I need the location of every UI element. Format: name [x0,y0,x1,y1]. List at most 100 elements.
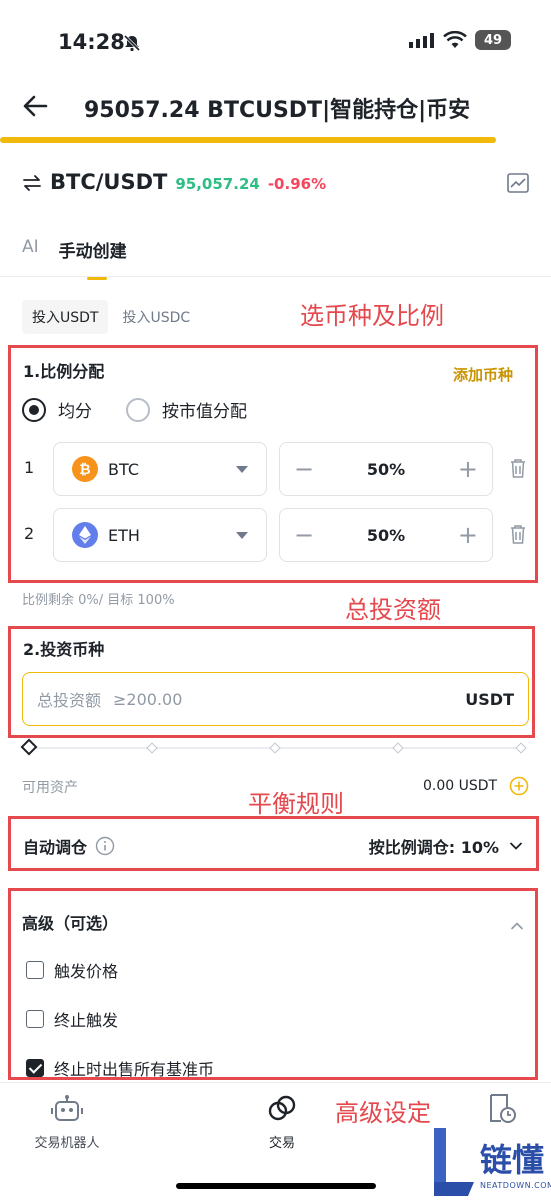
invest-usdt-tab[interactable]: 投入USDT [22,300,109,334]
history-icon[interactable] [487,1093,517,1129]
coin-name: ETH [108,525,140,545]
home-indicator [176,1183,376,1189]
invest-currency-tabs: 投入USDT 投入USDC [22,300,200,334]
annotation-select-coins: 选币种及比例 [300,302,444,330]
input-label: 总投资额 [37,691,102,710]
option-label: 触发价格 [54,962,119,981]
chevron-down-icon [236,531,248,539]
create-mode-tabs: AI 手动创建 [22,237,127,280]
row-index: 1 [24,458,35,477]
slider-stop[interactable] [269,742,281,754]
back-button[interactable] [22,94,48,122]
annotation-advanced-settings: 高级设定 [335,1099,431,1127]
percent-stepper-eth: − 50% + [279,508,493,562]
radio-equal-label: 均分 [58,402,92,422]
checkbox[interactable] [26,961,44,979]
watermark-logo: 链懂 NEATDOWN.COM [428,1128,551,1196]
slider-handle[interactable] [20,738,38,756]
percent-value[interactable]: 50% [367,460,405,479]
nav-trading-bots[interactable]: 交易机器人 [22,1094,112,1151]
nav-trade[interactable]: 交易 [252,1094,312,1151]
add-funds-icon[interactable] [509,776,529,800]
annotation-total-investment: 总投资额 [345,596,441,624]
chevron-down-icon [236,465,248,473]
input-placeholder: ≥200.00 [113,689,183,709]
trash-icon[interactable] [509,458,527,482]
plus-icon[interactable]: + [458,455,478,483]
coin-name: BTC [108,459,139,479]
btc-icon: ₿ [72,456,98,482]
allocation-remaining: 比例剩余 0%/ 目标 100% [22,593,175,608]
coin-select-btc[interactable]: ₿ BTC [53,442,267,496]
status-time: 14:28 [58,30,125,54]
silent-bell-icon [123,34,141,56]
chevron-down-icon [509,842,523,850]
watermark-subtext: NEATDOWN.COM [480,1180,551,1190]
option-stop-trigger[interactable]: 终止触发 [26,1007,118,1031]
pair-name: BTC/USDT [50,170,168,194]
swap-icon[interactable] [22,174,42,196]
pair-price: 95,057.24 [175,175,260,193]
add-coin-button[interactable]: 添加币种 [453,364,513,385]
nav-label: 交易机器人 [34,1136,100,1151]
signal-icon [409,33,434,48]
allocation-title: 1.比例分配 [23,362,105,381]
bottom-nav-divider [0,1082,551,1083]
radio-market-cap-label: 按市值分配 [162,402,247,422]
coin-select-eth[interactable]: ETH [53,508,267,562]
allocation-options: 均分 按市值分配 [22,397,247,422]
available-value: 0.00 USDT [423,778,498,794]
eth-icon [72,522,98,548]
slider-stop[interactable] [515,742,527,754]
minus-icon[interactable]: − [294,455,314,483]
radio-market-cap[interactable] [126,397,150,422]
annotation-balance-rules: 平衡规则 [248,790,344,818]
radio-equal[interactable] [22,397,46,422]
robot-icon [51,1095,83,1121]
auto-rebalance-label: 自动调仓 [23,834,115,858]
total-investment-input[interactable]: 总投资额 ≥200.00 USDT [22,672,529,726]
loading-progress-bar [0,137,496,143]
tab-manual[interactable]: 手动创建 [58,237,127,280]
trade-icon [268,1095,296,1121]
slider-stop[interactable] [146,742,158,754]
rebalance-value: 按比例调仓: 10% [368,838,499,857]
available-label: 可用资产 [22,780,78,796]
option-sell-base-on-stop[interactable]: 终止时出售所有基准币 [26,1056,214,1080]
tab-manual-label: 手动创建 [58,242,127,262]
pair-change: -0.96% [267,175,327,193]
option-label: 终止触发 [54,1011,119,1030]
battery-indicator: 49 [475,30,511,50]
investment-title: 2.投资币种 [23,640,105,659]
watermark-l-icon [434,1128,474,1196]
tab-ai[interactable]: AI [22,237,39,262]
option-trigger-price[interactable]: 触发价格 [26,958,118,982]
chart-icon[interactable] [507,172,529,198]
percent-value[interactable]: 50% [367,526,405,545]
invest-usdc-tab[interactable]: 投入USDC [112,300,200,334]
page-title: 95057.24 BTCUSDT|智能持仓|币安 [84,98,471,123]
option-label: 终止时出售所有基准币 [54,1060,215,1079]
checkbox[interactable] [26,1010,44,1028]
trading-pair[interactable]: BTC/USDT 95,057.24 -0.96% [50,170,326,194]
info-icon[interactable] [95,836,115,856]
advanced-title: 高级（可选） [22,914,119,933]
percent-stepper-btc: − 50% + [279,442,493,496]
checkbox-checked[interactable] [26,1059,44,1077]
slider-stop[interactable] [392,742,404,754]
wifi-icon [443,31,467,48]
watermark-text: 链懂 [480,1140,545,1179]
active-tab-indicator [86,277,107,280]
rebalance-label: 自动调仓 [23,838,88,857]
trash-icon[interactable] [509,524,527,548]
minus-icon[interactable]: − [294,521,314,549]
row-index: 2 [24,524,35,543]
arrow-left-icon [23,95,48,117]
chevron-up-icon[interactable] [510,916,524,935]
status-icons: 49 [409,30,511,50]
divider [0,276,551,277]
input-currency: USDT [465,689,514,709]
rebalance-dropdown[interactable]: 按比例调仓: 10% [369,834,523,858]
nav-label: 交易 [268,1136,295,1151]
plus-icon[interactable]: + [458,521,478,549]
